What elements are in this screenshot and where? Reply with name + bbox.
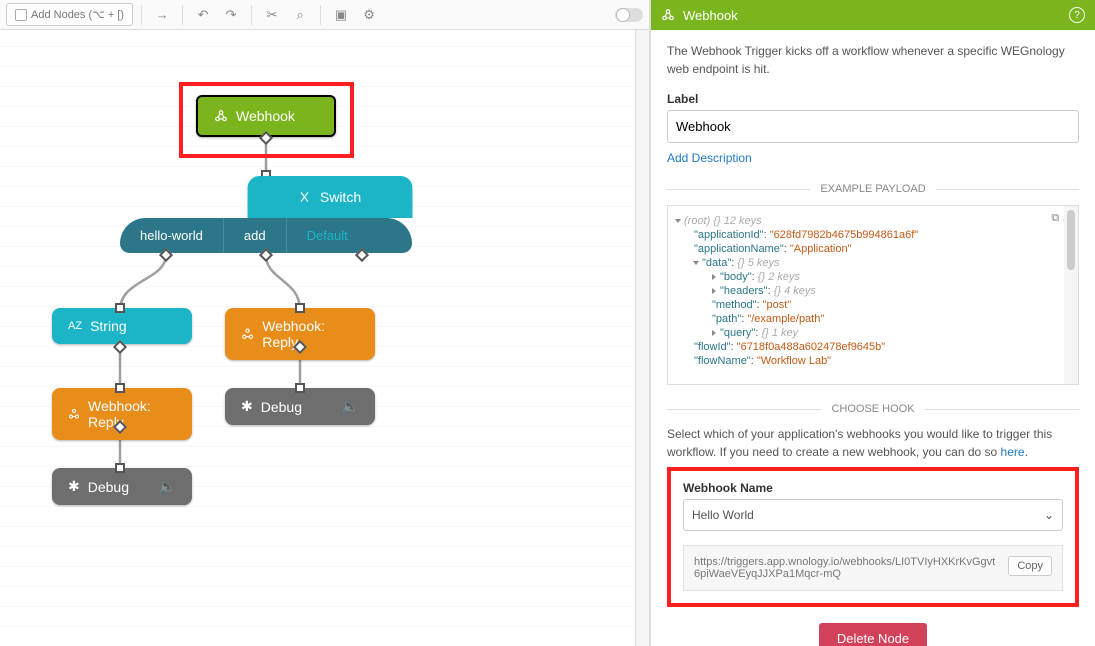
az-icon: AZ (68, 320, 82, 332)
switch-case[interactable]: Default (287, 218, 368, 253)
section-choose-hook: CHOOSE HOOK (667, 403, 1079, 415)
webhook-select[interactable]: Hello World ⌄ (683, 499, 1063, 531)
example-payload[interactable]: ⧉⤢ (root) {} 12 keys "applicationId": "6… (667, 205, 1079, 385)
switch-case[interactable]: hello-world (120, 218, 224, 253)
panel-description: The Webhook Trigger kicks off a workflow… (667, 42, 1079, 78)
panel-header: Webhook ? (651, 0, 1095, 30)
webhook-icon (241, 327, 254, 341)
choose-hook-highlight: Webhook Name Hello World ⌄ https://trigg… (667, 467, 1079, 607)
speaker-icon: 🔈 (159, 478, 176, 495)
node-debug[interactable]: ✱ Debug 🔈 (52, 468, 192, 505)
add-nodes-label: Add Nodes (⌥ + [) (31, 8, 124, 21)
webhook-selected: Hello World (692, 508, 754, 522)
port[interactable] (115, 463, 125, 473)
webhook-name-label: Webhook Name (683, 481, 1063, 495)
node-switch[interactable]: Switch hello-world add Default (120, 176, 412, 253)
choose-hook-text: Select which of your application's webho… (667, 425, 1079, 461)
cut-icon[interactable]: ✂ (260, 3, 284, 27)
webhook-icon (214, 109, 228, 123)
section-example-payload: EXAMPLE PAYLOAD (667, 183, 1079, 195)
create-webhook-link[interactable]: here (1001, 443, 1025, 461)
node-webhook-label: Webhook (236, 108, 295, 124)
label-heading: Label (667, 92, 1079, 106)
zoom-icon[interactable]: ⌕ (288, 3, 312, 27)
bug-icon: ✱ (241, 398, 253, 415)
copy-button[interactable]: Copy (1008, 556, 1052, 576)
node-string-label: String (90, 318, 127, 334)
port[interactable] (115, 383, 125, 393)
webhook-url: https://triggers.app.wnology.io/webhooks… (694, 556, 1000, 580)
properties-panel: Webhook ? The Webhook Trigger kicks off … (650, 0, 1095, 646)
panel-title: Webhook (683, 8, 738, 23)
webhook-icon (68, 407, 80, 421)
settings-icon[interactable]: ⚙ (357, 3, 381, 27)
webhook-url-box: https://triggers.app.wnology.io/webhooks… (683, 545, 1063, 591)
arrow-right-icon[interactable]: → (150, 3, 174, 27)
help-icon[interactable]: ? (1069, 7, 1085, 23)
chevron-down-icon: ⌄ (1044, 508, 1054, 522)
search-icon (15, 9, 27, 21)
node-debug[interactable]: ✱ Debug 🔈 (225, 388, 375, 425)
port[interactable] (115, 303, 125, 313)
speaker-icon: 🔈 (342, 398, 359, 415)
undo-icon[interactable]: ↶ (191, 3, 215, 27)
node-switch-label: Switch (320, 189, 361, 205)
port[interactable] (295, 383, 305, 393)
payload-scrollbar[interactable] (1064, 206, 1078, 384)
label-input[interactable] (667, 110, 1079, 143)
node-reply-label: Webhook: Reply (262, 318, 359, 350)
node-reply-label: Webhook: Reply (88, 398, 176, 430)
node-debug-label: Debug (88, 479, 129, 495)
webhook-icon (661, 8, 675, 22)
bug-icon: ✱ (68, 478, 80, 495)
toolbar: Add Nodes (⌥ + [) → ↶ ↷ ✂ ⌕ ▣ ⚙ (0, 0, 649, 30)
box-icon[interactable]: ▣ (329, 3, 353, 27)
node-webhook-reply[interactable]: Webhook: Reply (52, 388, 192, 440)
canvas-scrollbar[interactable] (635, 30, 649, 646)
canvas-toggle[interactable] (615, 8, 643, 22)
switch-icon (298, 190, 312, 204)
switch-case[interactable]: add (224, 218, 287, 253)
add-nodes-button[interactable]: Add Nodes (⌥ + [) (6, 3, 133, 26)
port[interactable] (295, 303, 305, 313)
delete-node-button[interactable]: Delete Node (819, 623, 927, 646)
add-description-link[interactable]: Add Description (667, 151, 752, 165)
redo-icon[interactable]: ↷ (219, 3, 243, 27)
node-debug-label: Debug (261, 399, 302, 415)
copy-payload-icon[interactable]: ⧉ (1051, 212, 1059, 225)
workflow-canvas[interactable]: Webhook Switch hello-world add Default (0, 30, 635, 646)
node-string[interactable]: AZ String (52, 308, 192, 344)
